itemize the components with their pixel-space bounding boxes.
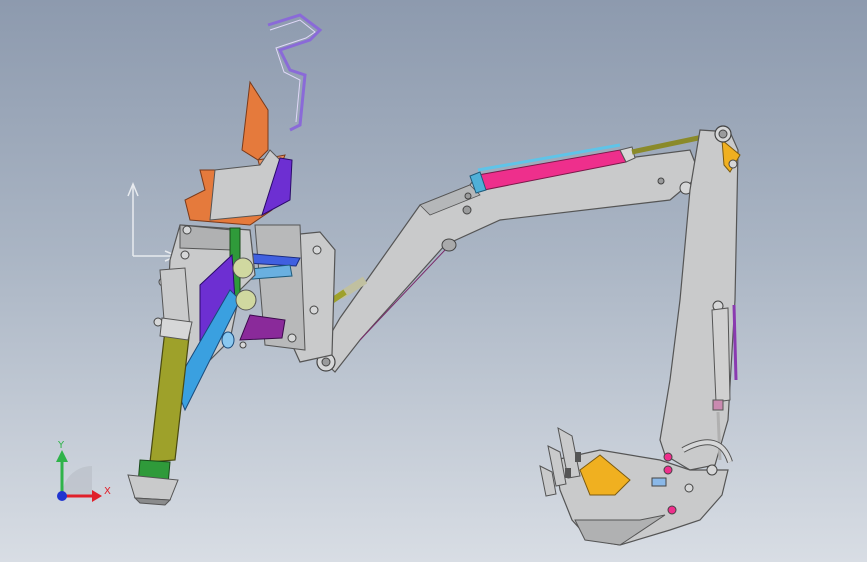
stabilizer-leg[interactable]	[127, 267, 193, 506]
reference-axes-icon	[127, 182, 179, 262]
triad-y-label: Y	[58, 440, 65, 451]
cad-3d-viewport[interactable]: Y X	[0, 0, 867, 562]
bucket[interactable]	[539, 427, 733, 546]
model-canvas	[56, 13, 741, 546]
triad-x-label: X	[104, 486, 111, 497]
triad-icon	[56, 450, 102, 502]
